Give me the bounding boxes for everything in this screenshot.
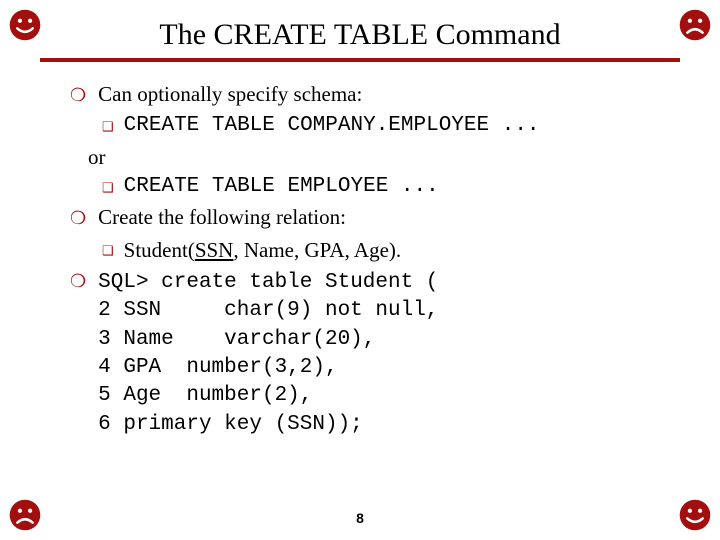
page-number: 8 bbox=[0, 510, 720, 526]
sql-line: 2 SSN char(9) not null, bbox=[98, 297, 660, 325]
bullet-icon: ❑ bbox=[102, 179, 114, 197]
bullet-icon: ❍ bbox=[70, 206, 86, 230]
bullet-icon: ❑ bbox=[102, 242, 114, 260]
sql-prompt: SQL> bbox=[98, 271, 148, 294]
slide: The CREATE TABLE Command ❍ Can optionall… bbox=[0, 0, 720, 540]
bullet-text: Can optionally specify schema: bbox=[98, 80, 660, 108]
code-text: CREATE TABLE COMPANY.EMPLOYEE ... bbox=[124, 112, 660, 140]
slide-title: The CREATE TABLE Command bbox=[0, 0, 720, 52]
bullet-text: Create the following relation: bbox=[98, 203, 660, 231]
title-rule bbox=[40, 58, 680, 62]
text: , Name, GPA, Age). bbox=[233, 238, 401, 262]
sql-line: 4 GPA number(3,2), bbox=[98, 354, 660, 382]
bullet-icon: ❑ bbox=[102, 118, 114, 136]
code-text: CREATE TABLE EMPLOYEE ... bbox=[124, 173, 660, 201]
bullet-icon: ❍ bbox=[70, 83, 86, 107]
bullet-level2: ❑ CREATE TABLE COMPANY.EMPLOYEE ... bbox=[102, 112, 660, 140]
bullet-icon: ❍ bbox=[70, 269, 86, 293]
sql-line: create table Student ( bbox=[149, 271, 439, 294]
bullet-level2: ❑ Student(SSN, Name, GPA, Age). bbox=[102, 236, 660, 264]
bullet-level2: ❑ CREATE TABLE EMPLOYEE ... bbox=[102, 173, 660, 201]
or-text: or bbox=[88, 143, 660, 171]
smile-icon bbox=[8, 8, 42, 42]
text: Student( bbox=[124, 238, 195, 262]
relation-text: Student(SSN, Name, GPA, Age). bbox=[124, 236, 660, 264]
bullet-level1: ❍ Can optionally specify schema: bbox=[70, 80, 660, 108]
key-attr: SSN bbox=[195, 238, 234, 262]
bullet-level1: ❍ Create the following relation: bbox=[70, 203, 660, 231]
slide-content: ❍ Can optionally specify schema: ❑ CREAT… bbox=[70, 80, 660, 439]
sad-icon bbox=[678, 8, 712, 42]
sql-block-container: SQL> create table Student ( 2 SSN char(9… bbox=[98, 266, 660, 439]
sql-line: 6 primary key (SSN)); bbox=[98, 411, 660, 439]
bullet-level1: ❍ SQL> create table Student ( 2 SSN char… bbox=[70, 266, 660, 439]
sql-line: 5 Age number(2), bbox=[98, 382, 660, 410]
sql-line: 3 Name varchar(20), bbox=[98, 326, 660, 354]
